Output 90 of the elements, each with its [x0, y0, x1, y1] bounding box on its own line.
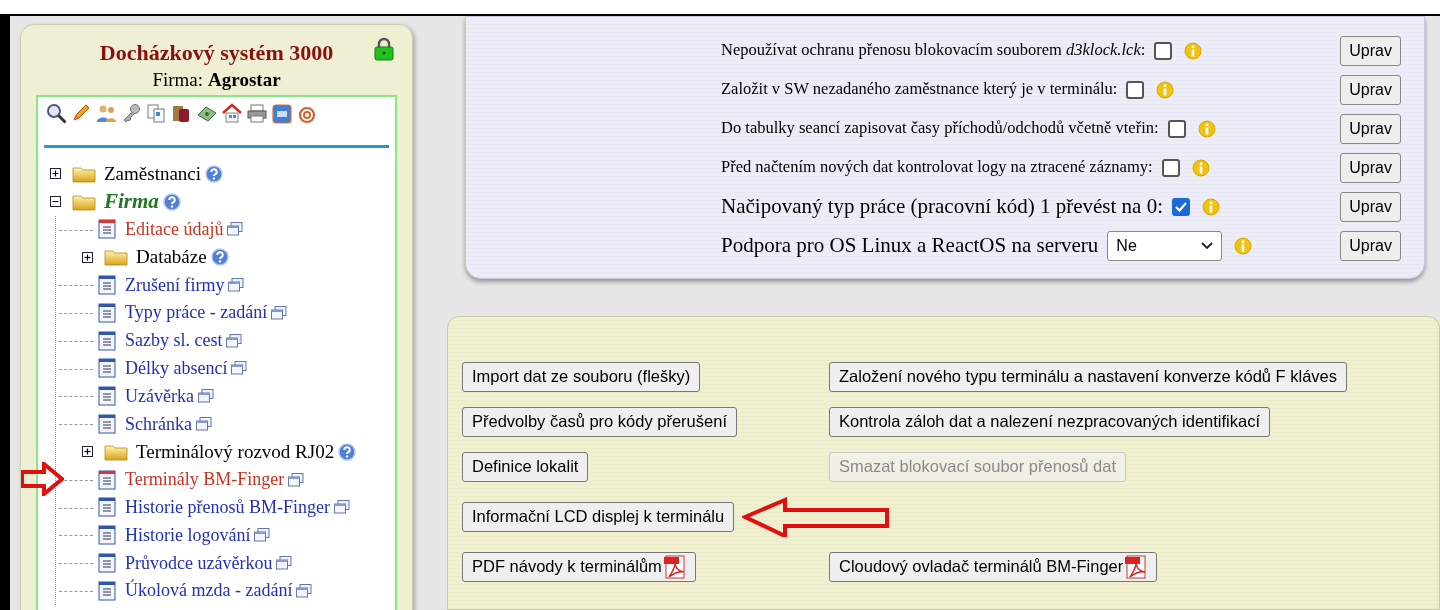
action-button[interactable]: Informační LCD displej k terminálu	[462, 501, 735, 532]
tree-link[interactable]: Průvodce uzávěrkou	[125, 549, 273, 577]
people-icon[interactable]	[96, 103, 118, 125]
setting-label: Podpora pro OS Linux a ReactOS na serveru	[721, 231, 1099, 259]
expand-icon[interactable]	[82, 446, 93, 458]
tree-folder[interactable]: Terminálový rozvod RJ02	[136, 437, 335, 467]
checkbox[interactable]	[1126, 80, 1145, 99]
company-name: Agrostar	[208, 68, 281, 92]
expand-icon[interactable]	[50, 168, 61, 180]
new-window-icon[interactable]	[226, 333, 243, 348]
document-icon	[98, 497, 116, 518]
checkbox[interactable]	[1154, 41, 1173, 60]
edit-button[interactable]: Uprav	[1340, 113, 1401, 144]
document-icon	[98, 358, 116, 379]
tree-link[interactable]: Úkolová mzda - zadání	[125, 577, 293, 605]
tree-link[interactable]: Historie logování	[125, 521, 251, 549]
new-window-icon[interactable]	[197, 389, 214, 404]
help-icon[interactable]	[205, 164, 224, 183]
tree-link[interactable]: Terminály BM-Finger	[125, 466, 285, 494]
help-icon[interactable]	[338, 442, 357, 461]
document-icon	[98, 386, 116, 407]
tree-link[interactable]: Typy práce - zadání	[125, 299, 268, 327]
tree-folder[interactable]: Databáze	[136, 243, 207, 272]
new-window-icon[interactable]	[276, 556, 293, 571]
edit-button[interactable]: Uprav	[1340, 74, 1401, 105]
action-button[interactable]: Import dat ze souboru (flešky)	[462, 361, 701, 392]
tree-link[interactable]: Schránka	[125, 410, 192, 438]
action-button[interactable]: Kontrola záloh dat a nalezení nezpracovaných identifikací	[829, 406, 1271, 437]
checkbox[interactable]	[1167, 119, 1186, 138]
document-icon	[98, 414, 116, 435]
action-button[interactable]: PDF návody k terminálům	[462, 551, 696, 582]
edit-button[interactable]: Uprav	[1340, 230, 1401, 261]
document-icon	[98, 275, 116, 296]
help-icon[interactable]	[162, 192, 181, 211]
help-icon[interactable]	[210, 248, 229, 267]
document-icon	[98, 219, 116, 240]
action-button[interactable]: Založení nového typu terminálu a nastavení konverze kódů F kláves	[829, 361, 1348, 392]
folder-icon	[72, 164, 96, 183]
app-title: Docházkový systém 3000	[98, 39, 335, 67]
search-icon[interactable]	[46, 103, 68, 125]
edit-button[interactable]: Uprav	[1340, 191, 1401, 222]
house-icon[interactable]	[221, 103, 243, 125]
setting-label: Do tabulky seancí zapisovat časy příchodů/odchodů včetně vteřin:	[721, 117, 1159, 140]
setting-label: Založit v SW nezadaného zaměstnance který je v terminálu:	[721, 78, 1118, 101]
tree-link[interactable]: Délky absencí	[125, 354, 228, 382]
edit-button[interactable]: Uprav	[1340, 152, 1401, 183]
new-window-icon[interactable]	[254, 528, 271, 543]
setting-label: Načipovaný typ práce (pracovní kód) 1 převést na 0:	[721, 192, 1163, 220]
document-icon	[98, 330, 116, 351]
dropdown[interactable]: Ne	[1107, 230, 1223, 261]
checkbox[interactable]	[1161, 158, 1180, 177]
pdf-icon	[663, 554, 686, 579]
action-button[interactable]: Cloudový ovladač terminálů BM-Finger	[829, 551, 1158, 582]
new-window-icon[interactable]	[227, 222, 244, 237]
new-window-icon[interactable]	[334, 500, 350, 515]
new-window-icon[interactable]	[231, 361, 248, 376]
document-icon	[98, 302, 116, 323]
document-icon	[98, 580, 116, 601]
action-button[interactable]: Definice lokalit	[462, 451, 589, 482]
chevron-down-icon	[1201, 241, 1214, 250]
documents-icon[interactable]	[146, 103, 168, 125]
tree-link[interactable]: Zrušení firmy	[125, 271, 225, 299]
new-window-icon[interactable]	[296, 583, 313, 598]
document-icon	[98, 469, 116, 490]
edit-button[interactable]: Uprav	[1340, 35, 1401, 66]
new-window-icon[interactable]	[196, 417, 212, 432]
pdf-icon	[1125, 554, 1148, 579]
folder-icon	[104, 248, 128, 267]
printer-icon[interactable]	[246, 103, 268, 125]
tree-link[interactable]: Uzávěrka	[125, 382, 194, 410]
expand-icon[interactable]	[82, 251, 93, 263]
new-window-icon[interactable]	[288, 472, 305, 487]
document-icon	[98, 553, 116, 574]
setting-label: Před načtením nových dat kontrolovat logy na ztracené záznamy:	[721, 156, 1153, 179]
new-window-icon[interactable]	[271, 305, 288, 320]
key-icon[interactable]	[121, 103, 143, 125]
collapse-icon[interactable]	[50, 196, 61, 208]
checkmark-icon	[1175, 201, 1187, 212]
setting-label: Nepoužívat ochranu přenosu blokovacím souborem d3klock.lck:	[721, 39, 1146, 62]
tree-link[interactable]: Sazby sl. cest	[125, 327, 223, 355]
company-label: Firma:	[152, 68, 204, 92]
checkbox[interactable]	[1172, 197, 1190, 216]
new-window-icon[interactable]	[228, 278, 245, 293]
folder-icon	[104, 442, 128, 461]
tree-link[interactable]: Historie přenosů BM-Finger	[125, 493, 330, 521]
folder-icon	[72, 192, 96, 211]
action-button[interactable]: Předvolby časů pro kódy přerušení	[462, 406, 737, 437]
arrow-annotation	[21, 461, 64, 496]
tree-link[interactable]: Editace údajů	[125, 216, 224, 243]
document-icon	[98, 525, 116, 546]
